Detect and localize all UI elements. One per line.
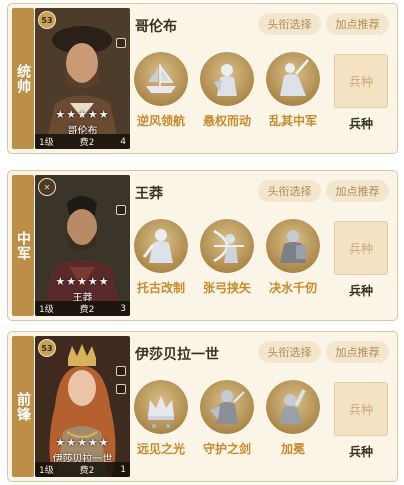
- troop-count: 3: [120, 303, 126, 314]
- title-select-button[interactable]: 头衔选择: [258, 13, 321, 35]
- info-icon[interactable]: [116, 384, 126, 394]
- knight-icon[interactable]: [200, 52, 254, 106]
- portrait-stats-bar: 1级 费2 4: [35, 134, 130, 149]
- shield-warrior-icon[interactable]: [266, 219, 320, 273]
- general-name: 王莽: [135, 186, 163, 202]
- crossed-swords-badge-icon: ✕: [38, 178, 56, 196]
- crown-icon[interactable]: [134, 380, 188, 434]
- general-card-wangmang: 中军 ✕ ★★★★★ 王莽 1级 费2 3 王莽 头衔选择 加点推荐 托古改制: [7, 170, 398, 321]
- role-label: 中军: [15, 230, 31, 261]
- points-recommend-button[interactable]: 加点推荐: [326, 180, 389, 202]
- role-tab: 统帅: [12, 8, 34, 149]
- skill-slot: 加冕: [260, 380, 326, 457]
- skill-slot: 守护之剑: [194, 380, 260, 457]
- portrait-side-icons: [116, 38, 126, 48]
- points-recommend-button[interactable]: 加点推荐: [326, 341, 389, 363]
- troop-type-slot[interactable]: 兵种: [334, 54, 388, 108]
- cost-text: 费2: [79, 305, 95, 315]
- skill-label: 加冕: [280, 442, 305, 456]
- skill-label: 守护之剑: [202, 442, 251, 456]
- warrior-icon[interactable]: [266, 52, 320, 106]
- arm-raise-icon[interactable]: [266, 380, 320, 434]
- role-label: 统帅: [15, 63, 31, 94]
- points-recommend-button[interactable]: 加点推荐: [326, 13, 389, 35]
- portrait-side-icons: [116, 366, 126, 394]
- general-portrait[interactable]: 53 ★★★★★ 伊莎贝拉一世 1级 费2 1: [35, 336, 130, 477]
- level-text: 1级: [39, 138, 54, 148]
- title-select-button[interactable]: 头衔选择: [258, 341, 321, 363]
- general-card-isabella: 前锋 53 ★★★★★ 伊莎贝拉一世 1级 费2 1 伊莎贝拉一世 头衔选择 加…: [7, 331, 398, 482]
- gold-coin-badge-icon: 53: [38, 339, 56, 357]
- ship-icon[interactable]: [134, 52, 188, 106]
- level-text: 1级: [39, 305, 54, 315]
- edit-icon[interactable]: [116, 38, 126, 48]
- skill-label: 张弓挟矢: [202, 281, 251, 295]
- cost-text: 费2: [79, 466, 95, 476]
- troop-type-slot[interactable]: 兵种: [334, 221, 388, 275]
- star-rating: ★★★★★: [55, 275, 110, 288]
- cost-text: 费2: [79, 138, 95, 148]
- skill-slot: 乱其中军: [260, 52, 326, 129]
- gold-coin-badge-icon: 53: [38, 11, 56, 29]
- level-text: 1级: [39, 466, 54, 476]
- skill-slot: 托古改制: [128, 219, 194, 296]
- general-card-columbus: 统帅 53 ★★★★★ 哥伦布 1级 费2 4 哥伦布 头衔选择 加点推荐 逆风…: [7, 3, 398, 154]
- skill-slot: 远见之光: [128, 380, 194, 457]
- troop-type-slot[interactable]: 兵种: [334, 382, 388, 436]
- role-tab: 前锋: [12, 336, 34, 477]
- skill-slot: 决水千仞: [260, 219, 326, 296]
- portrait-stats-bar: 1级 费2 1: [35, 462, 130, 477]
- skill-label: 逆风领航: [136, 114, 185, 128]
- archer-icon[interactable]: [200, 219, 254, 273]
- troop-type-label: 兵种: [348, 117, 373, 131]
- general-portrait[interactable]: 53 ★★★★★ 哥伦布 1级 费2 4: [35, 8, 130, 149]
- troop-count: 4: [120, 136, 126, 147]
- role-label: 前锋: [15, 391, 31, 422]
- skill-label: 托古改制: [136, 281, 185, 295]
- skill-slot: 逆风领航: [128, 52, 194, 129]
- troop-type-label: 兵种: [348, 284, 373, 298]
- general-name: 伊莎贝拉一世: [135, 347, 219, 363]
- skill-label: 乱其中军: [268, 114, 317, 128]
- skill-label: 远见之光: [136, 442, 185, 456]
- star-rating: ★★★★★: [55, 108, 110, 121]
- role-tab: 中军: [12, 175, 34, 316]
- troop-type-label: 兵种: [348, 445, 373, 459]
- edit-icon[interactable]: [116, 366, 126, 376]
- skill-slot: 悬权而动: [194, 52, 260, 129]
- shield-icon[interactable]: [116, 205, 126, 215]
- warrior-icon[interactable]: [134, 219, 188, 273]
- skill-slot: 张弓挟矢: [194, 219, 260, 296]
- troop-count: 1: [120, 464, 126, 475]
- star-rating: ★★★★★: [55, 436, 110, 449]
- portrait-side-icons: [116, 205, 126, 215]
- general-name: 哥伦布: [135, 19, 177, 35]
- portrait-stats-bar: 1级 费2 3: [35, 301, 130, 316]
- skill-label: 决水千仞: [268, 281, 317, 295]
- skill-label: 悬权而动: [202, 114, 251, 128]
- general-portrait[interactable]: ✕ ★★★★★ 王莽 1级 费2 3: [35, 175, 130, 316]
- title-select-button[interactable]: 头衔选择: [258, 180, 321, 202]
- sword-guard-icon[interactable]: [200, 380, 254, 434]
